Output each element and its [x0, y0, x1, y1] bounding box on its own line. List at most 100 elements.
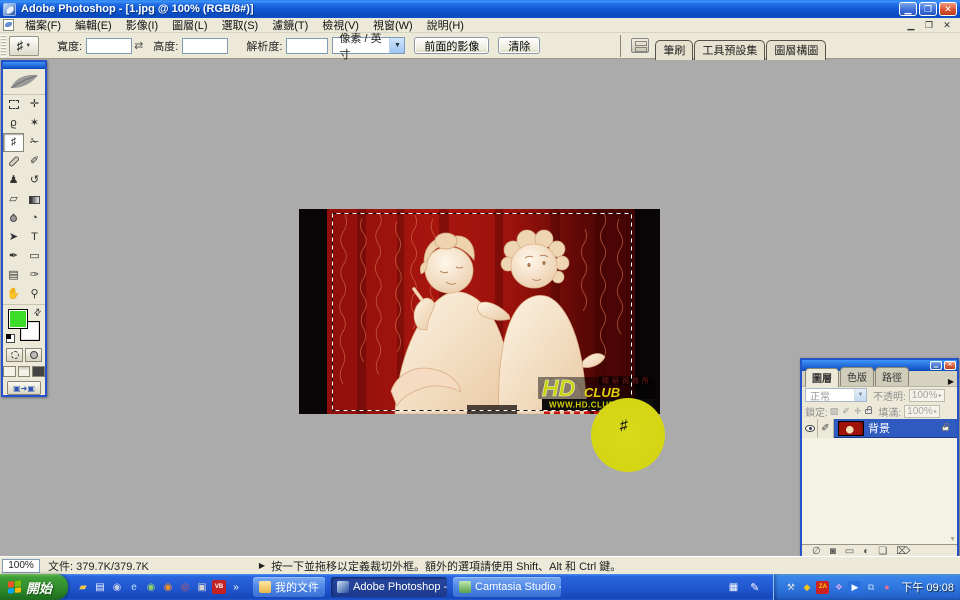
- menu-layer[interactable]: 圖層(L): [165, 16, 214, 34]
- tray-player-icon[interactable]: ▶: [848, 580, 862, 594]
- eyedropper-tool[interactable]: ✑: [24, 266, 45, 285]
- slice-tool[interactable]: ✁: [24, 133, 45, 152]
- tray-shield-icon[interactable]: ◆: [800, 581, 813, 594]
- rectangular-marquee-tool[interactable]: [3, 95, 24, 114]
- notes-tool[interactable]: ▤: [3, 266, 24, 285]
- menu-image[interactable]: 影像(I): [119, 16, 165, 34]
- document-shortcut-icon[interactable]: ▤: [93, 580, 107, 594]
- rectangle-tool[interactable]: ▭: [24, 247, 45, 266]
- doc-minimize-button[interactable]: ▁: [904, 20, 918, 31]
- open-image-document[interactable]: 精研視務所 HD CLUB WWW.HD.CLUB.tw: [299, 209, 660, 415]
- toolbox-titlebar[interactable]: [3, 62, 45, 69]
- opacity-value[interactable]: 100% ▸: [908, 388, 945, 402]
- zoom-tool[interactable]: ⚲: [24, 285, 45, 304]
- layers-tab-1[interactable]: 色版: [840, 367, 874, 386]
- menu-select[interactable]: 選取(S): [215, 16, 266, 34]
- magic-wand-tool[interactable]: ✶: [24, 114, 45, 133]
- palette-close-button[interactable]: ✕: [944, 361, 956, 370]
- swap-dimensions-icon[interactable]: ⇄: [134, 39, 143, 52]
- vb-icon[interactable]: VB: [212, 580, 227, 594]
- internet-explorer-icon[interactable]: e: [127, 580, 141, 594]
- layer-visibility-eye-icon[interactable]: [804, 424, 815, 432]
- chrome-icon[interactable]: ◉: [144, 580, 158, 594]
- tray-network-icon[interactable]: ⧉: [864, 581, 877, 594]
- brush-tool[interactable]: ✐: [24, 152, 45, 171]
- doc-close-button[interactable]: ✕: [940, 20, 954, 31]
- eraser-tool[interactable]: ▱: [3, 190, 24, 209]
- lasso-tool[interactable]: ϱ: [3, 114, 24, 133]
- resolution-input[interactable]: [286, 37, 329, 54]
- fill-value[interactable]: 100% ▸: [904, 404, 941, 418]
- lock-all-icon[interactable]: [865, 405, 873, 414]
- taskbar-window-camtasia[interactable]: Camtasia Studio - Unti...: [453, 577, 562, 597]
- gradient-tool[interactable]: [24, 190, 45, 209]
- clone-stamp-tool[interactable]: ♟: [3, 171, 24, 190]
- menu-file[interactable]: 檔案(F): [18, 16, 68, 34]
- zoom-level-box[interactable]: 100%: [2, 558, 40, 573]
- keyboard-layout-icon[interactable]: ▦: [729, 582, 738, 593]
- doc-restore-button[interactable]: ❐: [922, 20, 936, 31]
- lock-position-icon[interactable]: ✛: [854, 406, 862, 417]
- tray-zonealarm-icon[interactable]: ZA: [816, 580, 830, 594]
- fullscreen-button[interactable]: [32, 366, 46, 377]
- foreground-color-swatch[interactable]: [8, 309, 28, 329]
- taskbar-window-photoshop[interactable]: Adobe Photoshop - [1....: [331, 577, 448, 597]
- folder-shortcut-icon[interactable]: ▰: [76, 580, 90, 594]
- media-shortcut-icon[interactable]: ◉: [110, 580, 124, 594]
- layer-thumbnail[interactable]: [838, 420, 864, 436]
- layer-name[interactable]: 背景: [868, 420, 942, 436]
- dodge-tool[interactable]: ◔: [24, 209, 45, 228]
- restore-button[interactable]: ❐: [919, 2, 937, 16]
- crop-tool[interactable]: ♯: [3, 133, 24, 152]
- ime-pen-icon[interactable]: ✎: [750, 581, 759, 594]
- taskbar-window-my-documents[interactable]: 我的文件: [253, 577, 326, 597]
- tray-red-icon[interactable]: ●: [880, 581, 893, 594]
- quick-mask-mode-button[interactable]: [25, 348, 42, 362]
- well-tab-1[interactable]: 工具預設集: [694, 39, 766, 60]
- hand-tool[interactable]: ✋: [3, 285, 24, 304]
- taskbar-clock[interactable]: 下午 09:08: [901, 579, 954, 595]
- lock-paint-icon[interactable]: ✐: [842, 406, 850, 417]
- default-colors-icon[interactable]: [6, 334, 15, 343]
- document-sizes[interactable]: 文件: 379.7K/379.7K: [48, 558, 149, 574]
- well-tab-0[interactable]: 筆刷: [655, 39, 694, 60]
- tray-tools-icon[interactable]: ⚒: [784, 581, 797, 594]
- layers-tab-0[interactable]: 圖層: [805, 368, 839, 387]
- menu-help[interactable]: 說明(H): [420, 16, 471, 34]
- blur-tool[interactable]: [3, 209, 24, 228]
- blend-mode-select[interactable]: 正常 ▼: [805, 388, 867, 403]
- start-button[interactable]: 開始: [0, 574, 69, 600]
- messenger-icon[interactable]: ◎: [178, 580, 192, 594]
- front-image-button[interactable]: 前面的影像: [414, 37, 490, 54]
- well-tab-2[interactable]: 圖層構圖: [766, 39, 827, 60]
- menu-filter[interactable]: 濾鏡(T): [265, 16, 315, 34]
- camera-icon[interactable]: ▣: [195, 580, 209, 594]
- layers-tab-2[interactable]: 路徑: [875, 367, 909, 386]
- width-input[interactable]: [86, 37, 133, 54]
- healing-brush-tool[interactable]: [3, 152, 24, 171]
- pen-tool[interactable]: ✒: [3, 247, 24, 266]
- history-brush-tool[interactable]: ↺: [24, 171, 45, 190]
- path-selection-tool[interactable]: ➤: [3, 228, 24, 247]
- firefox-icon[interactable]: ◉: [161, 580, 175, 594]
- palette-minimize-button[interactable]: ▁: [930, 361, 942, 370]
- edit-in-imageready-button[interactable]: ▣➜▣: [7, 381, 41, 395]
- clear-button[interactable]: 清除: [498, 37, 541, 54]
- menu-edit[interactable]: 編輯(E): [68, 16, 119, 34]
- swap-colors-icon[interactable]: ⇄: [32, 306, 45, 319]
- close-button[interactable]: ✕: [939, 2, 957, 16]
- overflow-chevron-icon[interactable]: »: [229, 580, 243, 594]
- background-layer-row[interactable]: ✐ 背景: [802, 418, 957, 438]
- tray-purple-icon[interactable]: ❖: [832, 581, 845, 594]
- standard-screen-button[interactable]: [3, 366, 16, 377]
- lock-transparency-icon[interactable]: ▨: [830, 406, 839, 417]
- resolution-unit-select[interactable]: 像素 / 英寸 ▼: [332, 33, 406, 61]
- standard-mode-button[interactable]: [6, 348, 23, 362]
- palette-menu-arrow-icon[interactable]: ▶: [948, 377, 954, 386]
- fullscreen-menubar-button[interactable]: [17, 366, 31, 377]
- minimize-button[interactable]: ▁: [899, 2, 917, 16]
- height-input[interactable]: [182, 37, 229, 54]
- current-tool-chip[interactable]: ♯ ▼: [9, 35, 39, 56]
- palette-well-icon[interactable]: [631, 38, 650, 53]
- scroll-down-arrow-icon[interactable]: ▼: [949, 536, 956, 543]
